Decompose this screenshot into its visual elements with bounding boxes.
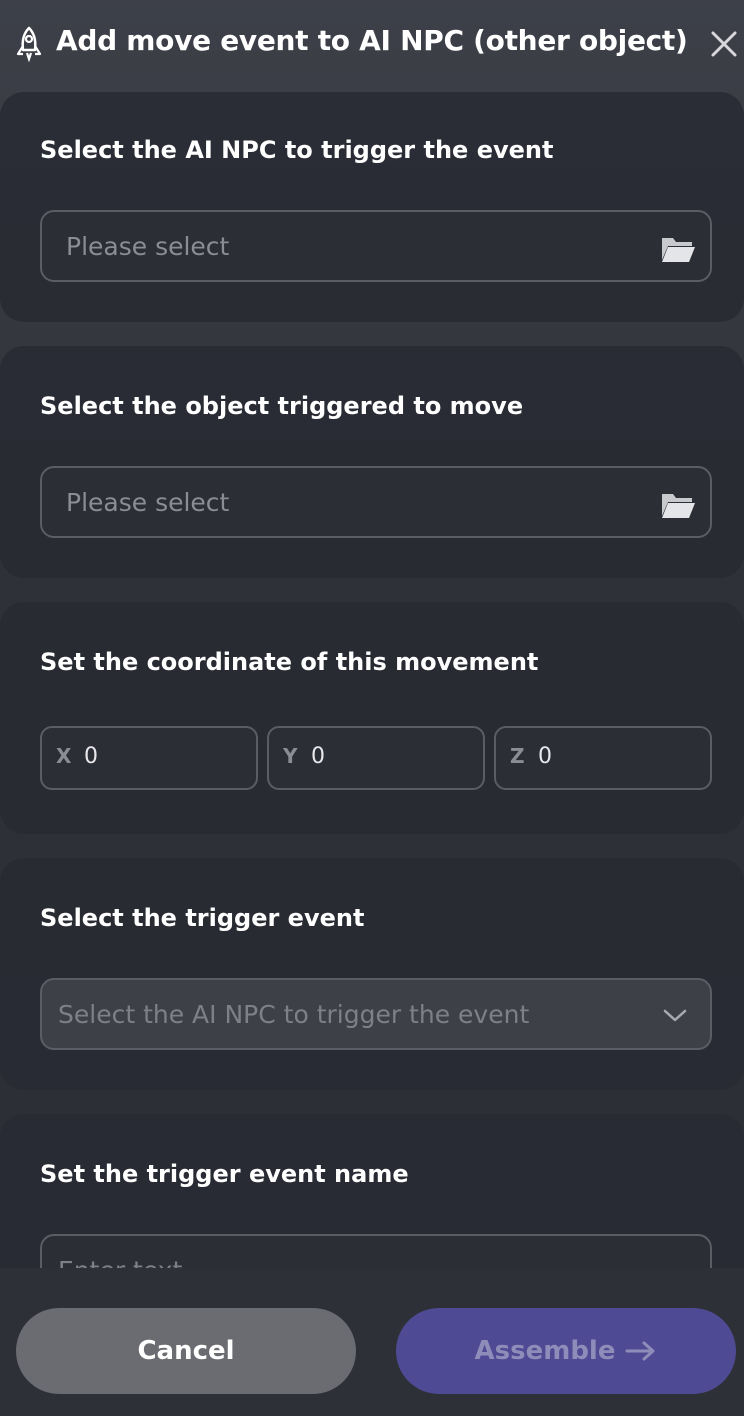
- coordinate-section: Set the coordinate of this movement: [0, 602, 744, 834]
- coordinate-z-value[interactable]: 0: [538, 744, 552, 769]
- trigger-event-section-label: Select the trigger event: [40, 904, 365, 932]
- dialog-footer: Cancel Assemble: [0, 1268, 744, 1416]
- object-select[interactable]: Please select: [40, 466, 712, 538]
- trigger-event-section: Select the trigger event: [0, 858, 744, 1090]
- dialog-header: Add move event to AI NPC (other object): [0, 0, 744, 92]
- trigger-event-placeholder: Select the AI NPC to trigger the event: [58, 1000, 530, 1029]
- coordinate-y-input[interactable]: Y 0: [267, 726, 485, 790]
- coordinate-x-input[interactable]: X 0: [40, 726, 258, 790]
- npc-section: Select the AI NPC to trigger the event P…: [0, 92, 744, 322]
- assemble-button[interactable]: Assemble: [396, 1308, 736, 1394]
- rocket-icon: [16, 26, 42, 62]
- close-icon[interactable]: [708, 28, 740, 60]
- npc-select[interactable]: Please select: [40, 210, 712, 282]
- add-move-event-dialog: Add move event to AI NPC (other object) …: [0, 0, 744, 1416]
- object-section: Select the object triggered to move Plea…: [0, 346, 744, 578]
- dialog-title: Add move event to AI NPC (other object): [56, 24, 688, 57]
- event-name-input[interactable]: Enter text: [40, 1234, 712, 1268]
- coordinate-y-label: Y: [283, 744, 298, 768]
- object-section-label: Select the object triggered to move: [40, 392, 524, 420]
- coordinate-x-value[interactable]: 0: [84, 744, 98, 769]
- cancel-button-label: Cancel: [137, 1336, 235, 1366]
- coordinate-z-input[interactable]: Z 0: [494, 726, 712, 790]
- event-name-placeholder: Enter text: [58, 1256, 182, 1268]
- coordinate-section-label: Set the coordinate of this movement: [40, 648, 539, 676]
- assemble-button-label: Assemble: [474, 1336, 616, 1366]
- coordinate-x-label: X: [56, 744, 72, 768]
- object-select-placeholder: Please select: [66, 488, 230, 517]
- folder-icon[interactable]: [660, 234, 696, 264]
- trigger-event-dropdown[interactable]: Select the AI NPC to trigger the event: [40, 978, 712, 1050]
- cancel-button[interactable]: Cancel: [16, 1308, 356, 1394]
- arrow-right-icon: [625, 1341, 655, 1361]
- event-name-section-label: Set the trigger event name: [40, 1160, 409, 1188]
- folder-icon[interactable]: [660, 490, 696, 520]
- npc-section-label: Select the AI NPC to trigger the event: [40, 136, 554, 164]
- coordinate-z-label: Z: [510, 744, 525, 768]
- chevron-down-icon[interactable]: [662, 1004, 688, 1026]
- form-scroll-area[interactable]: Select the AI NPC to trigger the event P…: [0, 92, 744, 1268]
- coordinate-y-value[interactable]: 0: [311, 744, 325, 769]
- npc-select-placeholder: Please select: [66, 232, 230, 261]
